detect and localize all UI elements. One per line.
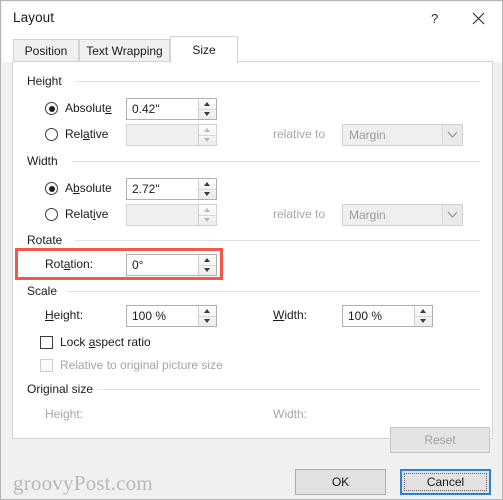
width-relative-label: Relative <box>65 207 109 221</box>
height-absolute-spinbox[interactable]: 0.42" <box>126 98 217 120</box>
width-relative-to-value: Margin <box>349 208 386 222</box>
width-relative-to-combobox[interactable]: Margin <box>342 204 463 226</box>
width-absolute-radio[interactable] <box>45 182 58 195</box>
close-icon <box>456 12 500 25</box>
layout-dialog: Layout ? Position Text Wrapping Size Hei… <box>0 0 503 500</box>
scale-width-spin-down[interactable] <box>415 316 432 326</box>
scale-height-spin-down[interactable] <box>199 316 216 326</box>
width-relative-spin-down[interactable] <box>199 215 216 225</box>
scale-width-spinner <box>414 306 432 326</box>
scale-width-value: 100 % <box>348 309 383 323</box>
width-group-rule <box>72 161 480 162</box>
height-relative-to-value: Margin <box>349 128 386 142</box>
relative-to-original-picture-size-label: Relative to original picture size <box>60 358 223 372</box>
scale-height-label: Height: <box>45 308 84 322</box>
width-absolute-value: 2.72" <box>132 182 160 196</box>
height-group-label: Height <box>27 74 68 88</box>
reset-button-label: Reset <box>424 433 456 447</box>
svg-text:?: ? <box>431 11 438 26</box>
scale-group-rule <box>68 291 480 292</box>
watermark: groovyPost.com <box>13 471 153 495</box>
height-relative-spin-down[interactable] <box>199 135 216 145</box>
scale-width-label: Width: <box>273 308 308 322</box>
ok-button-label: OK <box>331 475 350 489</box>
chevron-down-icon[interactable] <box>442 205 462 225</box>
rotation-spinner <box>198 255 216 275</box>
scale-height-spinbox[interactable]: 100 % <box>126 305 217 327</box>
width-absolute-spin-down[interactable] <box>199 189 216 199</box>
help-button[interactable]: ? <box>412 2 456 34</box>
question-mark-icon: ? <box>412 11 456 26</box>
cancel-button-label: Cancel <box>426 475 465 489</box>
width-relative-radio[interactable] <box>45 208 58 221</box>
width-relative-spinner <box>198 205 216 225</box>
height-relative-spinner <box>198 125 216 145</box>
ok-button[interactable]: OK <box>295 469 386 495</box>
rotation-value: 0° <box>132 258 144 272</box>
rotation-spin-down[interactable] <box>199 265 216 275</box>
relative-to-original-picture-size-checkbox[interactable] <box>40 359 53 372</box>
tab-size[interactable]: Size <box>170 36 238 63</box>
title-bar: Layout ? <box>2 2 502 34</box>
dialog-title: Layout <box>13 10 55 25</box>
height-relative-to-combobox[interactable]: Margin <box>342 124 463 146</box>
height-absolute-label: Absolute <box>65 101 112 115</box>
rotate-group-rule <box>75 240 480 241</box>
height-group-rule <box>75 81 480 82</box>
rotate-group-label: Rotate <box>27 233 69 247</box>
scale-group-label: Scale <box>27 284 64 298</box>
tab-strip: Position Text Wrapping Size <box>2 34 502 63</box>
reset-button[interactable]: Reset <box>390 427 490 453</box>
width-relative-spinbox[interactable] <box>126 204 217 226</box>
height-relative-spinbox[interactable] <box>126 124 217 146</box>
height-absolute-radio[interactable] <box>45 102 58 115</box>
close-button[interactable] <box>456 2 500 34</box>
lock-aspect-ratio-checkbox[interactable] <box>40 336 53 349</box>
original-height-label: Height: <box>45 407 84 421</box>
size-tab-panel: Height Absolute 0.42" Relative relative … <box>12 61 493 453</box>
rotation-spinbox[interactable]: 0° <box>126 254 217 276</box>
height-absolute-spin-down[interactable] <box>199 109 216 119</box>
tab-position[interactable]: Position <box>13 39 79 62</box>
width-group-label: Width <box>27 154 64 168</box>
height-relative-label: Relative <box>65 127 109 141</box>
width-absolute-label: Absolute <box>65 181 112 195</box>
cancel-button[interactable]: Cancel <box>400 469 491 495</box>
original-width-label: Width: <box>273 407 308 421</box>
height-relative-radio[interactable] <box>45 128 58 141</box>
original-size-group-label: Original size <box>27 382 100 396</box>
width-relative-to-label: relative to <box>273 207 326 221</box>
width-absolute-spinbox[interactable]: 2.72" <box>126 178 217 200</box>
lock-aspect-ratio-label: Lock aspect ratio <box>60 335 151 349</box>
rotation-label: Rotation: <box>45 257 94 271</box>
height-absolute-spinner <box>198 99 216 119</box>
original-size-group-rule <box>97 389 480 390</box>
scale-height-value: 100 % <box>132 309 167 323</box>
scale-width-spinbox[interactable]: 100 % <box>342 305 433 327</box>
scale-height-spinner <box>198 306 216 326</box>
width-absolute-spinner <box>198 179 216 199</box>
height-absolute-value: 0.42" <box>132 102 160 116</box>
height-relative-to-label: relative to <box>273 127 326 141</box>
tab-text-wrapping[interactable]: Text Wrapping <box>79 39 170 62</box>
chevron-down-icon[interactable] <box>442 125 462 145</box>
